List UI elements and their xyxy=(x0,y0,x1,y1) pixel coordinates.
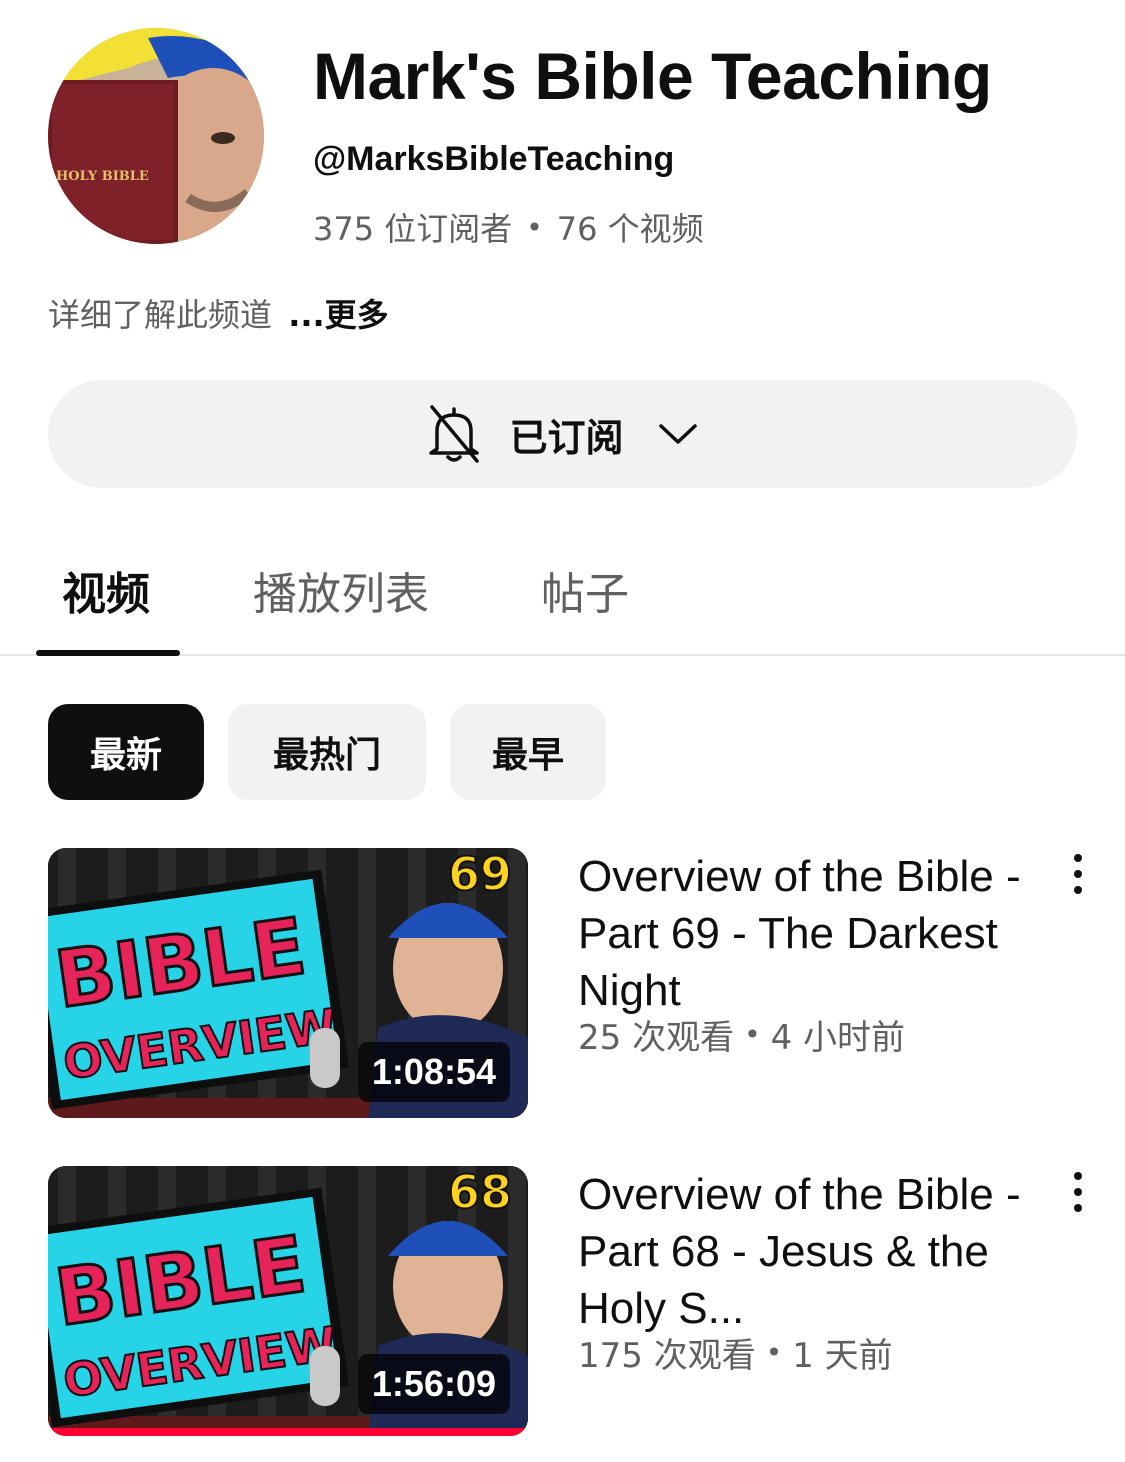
bell-off-icon xyxy=(427,403,481,465)
video-age: 4 小时前 xyxy=(770,1018,906,1058)
tab-videos[interactable]: 视频 xyxy=(62,558,150,622)
channel-avatar[interactable]: HOLY BIBLE xyxy=(48,28,264,244)
video-views: 25 次观看 xyxy=(578,1018,735,1058)
chip-latest[interactable]: 最新 xyxy=(48,704,204,800)
separator-dot: • xyxy=(765,1336,783,1369)
subscribed-label: 已订阅 xyxy=(509,415,624,460)
tab-posts[interactable]: 帖子 xyxy=(541,558,629,622)
video-meta: 25 次观看 • 4 小时前 xyxy=(578,1010,905,1059)
more-link[interactable]: ...更多 xyxy=(288,296,388,334)
watch-progress-bar xyxy=(48,1428,528,1436)
channel-about[interactable]: 详细了解此频道 ...更多 xyxy=(48,290,389,336)
video-age: 1 天前 xyxy=(792,1336,893,1376)
video-views: 175 次观看 xyxy=(578,1336,756,1376)
video-thumbnail[interactable]: BIBLE OVERVIEW 68 1:56:09 xyxy=(48,1166,528,1436)
more-options-icon[interactable] xyxy=(1068,854,1088,894)
video-title[interactable]: Overview of the Bible - Part 68 - Jesus … xyxy=(578,1166,1048,1337)
chip-oldest[interactable]: 最早 xyxy=(450,704,606,800)
thumb-number: 69 xyxy=(448,848,512,901)
separator-dot: • xyxy=(526,210,543,244)
active-tab-indicator xyxy=(36,650,180,656)
channel-tabs: 视频 播放列表 帖子 xyxy=(0,548,1125,656)
more-options-icon[interactable] xyxy=(1068,1172,1088,1212)
subscriber-count: 375 位订阅者 xyxy=(313,210,513,248)
separator-dot: • xyxy=(744,1018,761,1051)
subscribed-button[interactable]: 已订阅 xyxy=(48,380,1077,488)
channel-title: Mark's Bible Teaching xyxy=(313,39,992,113)
video-duration: 1:08:54 xyxy=(357,1042,510,1102)
avatar-image: HOLY BIBLE xyxy=(48,28,264,244)
channel-handle: @MarksBibleTeaching xyxy=(313,140,675,178)
channel-stats: 375 位订阅者 • 76 个视频 xyxy=(313,204,704,250)
video-item[interactable]: BIBLE OVERVIEW 68 1:56:09 Overview of th… xyxy=(48,1166,1108,1436)
avatar-book-text: HOLY BIBLE xyxy=(56,169,149,184)
tab-playlists[interactable]: 播放列表 xyxy=(253,558,429,622)
video-thumbnail[interactable]: BIBLE OVERVIEW 69 1:08:54 xyxy=(48,848,528,1118)
video-meta: 175 次观看 • 1 天前 xyxy=(578,1328,893,1377)
video-duration: 1:56:09 xyxy=(357,1354,510,1414)
chevron-down-icon xyxy=(658,419,698,449)
video-title[interactable]: Overview of the Bible - Part 69 - The Da… xyxy=(578,848,1048,1019)
about-text: 详细了解此频道 xyxy=(48,296,273,334)
video-count: 76 个视频 xyxy=(556,210,704,248)
chip-popular[interactable]: 最热门 xyxy=(228,704,426,800)
video-item[interactable]: BIBLE OVERVIEW 69 1:08:54 Overview of th… xyxy=(48,848,1108,1118)
thumb-number: 68 xyxy=(448,1166,512,1219)
